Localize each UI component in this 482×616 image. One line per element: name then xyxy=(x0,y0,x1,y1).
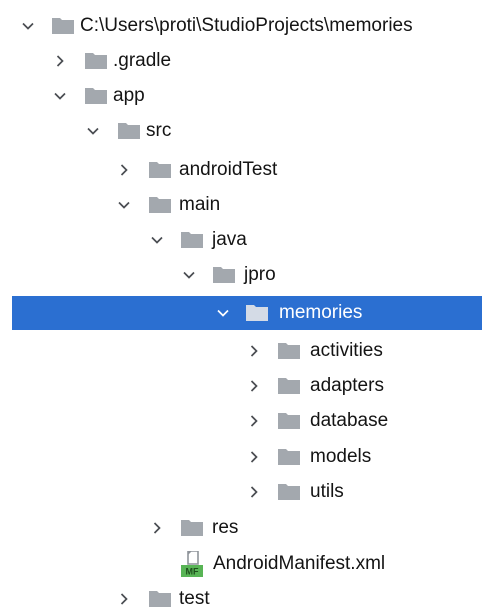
tree-node-label: test xyxy=(179,588,210,609)
tree-node-label: androidTest xyxy=(179,159,278,180)
tree-node-jpro[interactable]: jpro xyxy=(0,258,482,292)
chevron-right-icon[interactable] xyxy=(52,44,68,78)
tree-node-label: src xyxy=(146,120,172,141)
tree-node-res[interactable]: res xyxy=(0,511,482,545)
chevron-right-icon[interactable] xyxy=(246,334,262,368)
tree-node-label: database xyxy=(310,410,389,431)
tree-node-memories[interactable]: memories xyxy=(12,296,482,330)
tree-node-utils[interactable]: utils xyxy=(0,475,482,509)
tree-node-test[interactable]: test xyxy=(0,582,482,616)
chevron-right-icon[interactable] xyxy=(246,475,262,509)
tree-node-root[interactable]: C:\Users\proti\StudioProjects\memories xyxy=(0,9,482,43)
project-tree: C:\Users\proti\StudioProjects\memories .… xyxy=(0,0,482,613)
tree-node-androidtest[interactable]: androidTest xyxy=(0,153,482,187)
tree-node-label: memories xyxy=(279,302,363,323)
chevron-down-icon[interactable] xyxy=(181,258,197,292)
tree-node-label: app xyxy=(113,85,145,106)
tree-node-label: res xyxy=(212,517,239,538)
chevron-down-icon[interactable] xyxy=(215,296,231,330)
tree-node-models[interactable]: models xyxy=(0,440,482,474)
tree-node-label: .gradle xyxy=(113,50,172,71)
tree-node-label: AndroidManifest.xml xyxy=(213,553,386,574)
chevron-right-icon[interactable] xyxy=(116,153,132,187)
tree-node-gradle[interactable]: .gradle xyxy=(0,44,482,78)
tree-node-android-manifest[interactable]: MF AndroidManifest.xml xyxy=(0,547,482,581)
folder-icon xyxy=(181,232,203,248)
chevron-down-icon[interactable] xyxy=(116,188,132,222)
tree-node-label: activities xyxy=(310,340,383,361)
folder-icon xyxy=(149,591,171,607)
tree-node-java[interactable]: java xyxy=(0,223,482,257)
tree-node-label: C:\Users\proti\StudioProjects\memories xyxy=(80,15,413,36)
chevron-right-icon[interactable] xyxy=(246,404,262,438)
chevron-right-icon[interactable] xyxy=(246,440,262,474)
chevron-right-icon[interactable] xyxy=(149,511,165,545)
tree-node-label: main xyxy=(179,194,221,215)
folder-icon xyxy=(149,162,171,178)
chevron-down-icon[interactable] xyxy=(85,114,101,148)
tree-node-label: adapters xyxy=(310,375,384,396)
manifest-badge: MF xyxy=(186,567,199,577)
chevron-down-icon[interactable] xyxy=(52,79,68,113)
tree-node-main[interactable]: main xyxy=(0,188,482,222)
folder-icon xyxy=(278,449,300,465)
folder-icon xyxy=(149,197,171,213)
tree-node-database[interactable]: database xyxy=(0,404,482,438)
folder-icon xyxy=(278,378,300,394)
folder-icon xyxy=(213,267,235,283)
folder-icon xyxy=(85,88,107,104)
folder-icon xyxy=(85,53,107,69)
chevron-right-icon[interactable] xyxy=(116,582,132,616)
folder-icon xyxy=(278,343,300,359)
tree-node-src[interactable]: src xyxy=(0,114,482,148)
tree-node-app[interactable]: app xyxy=(0,79,482,113)
folder-icon xyxy=(118,123,140,139)
chevron-right-icon[interactable] xyxy=(246,369,262,403)
folder-icon xyxy=(181,520,203,536)
folder-icon xyxy=(278,413,300,429)
chevron-down-icon[interactable] xyxy=(149,223,165,257)
tree-node-label: jpro xyxy=(244,264,276,285)
folder-icon xyxy=(52,18,74,34)
tree-node-adapters[interactable]: adapters xyxy=(0,369,482,403)
tree-node-label: java xyxy=(212,229,247,250)
tree-node-label: models xyxy=(310,446,372,467)
manifest-file-icon: MF xyxy=(181,550,205,577)
tree-node-label: utils xyxy=(310,481,344,502)
folder-icon xyxy=(278,484,300,500)
tree-node-activities[interactable]: activities xyxy=(0,334,482,368)
folder-icon xyxy=(246,305,268,321)
chevron-down-icon[interactable] xyxy=(20,9,36,43)
